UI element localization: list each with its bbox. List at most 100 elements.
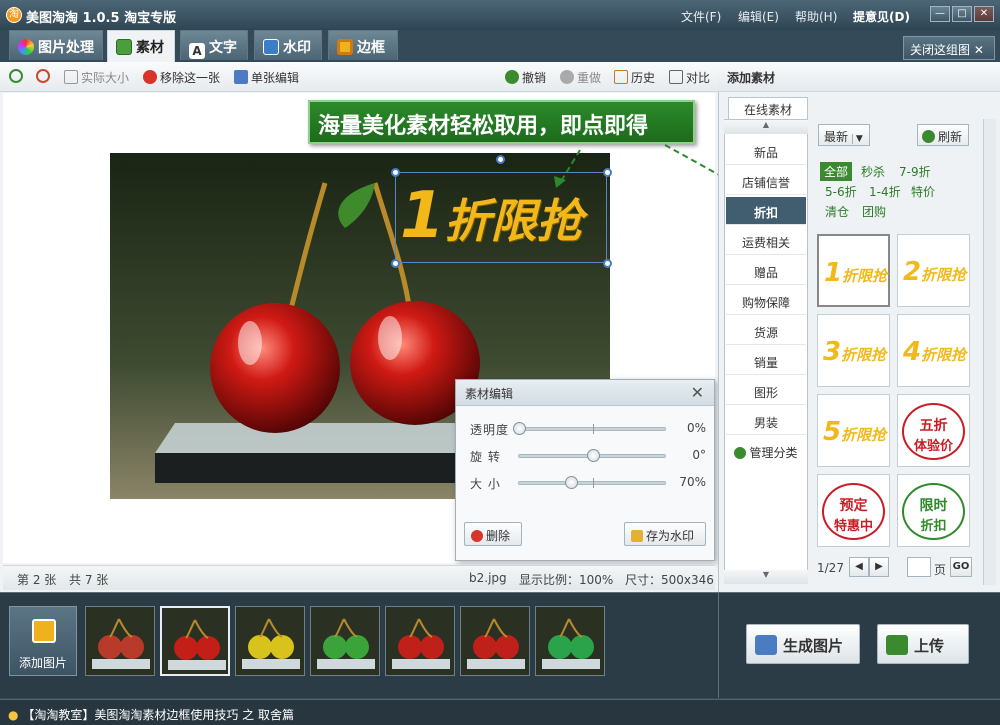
- material-thumbnail[interactable]: 1折限抢: [817, 234, 890, 307]
- next-page-button[interactable]: ▶: [869, 557, 889, 577]
- resize-handle-br[interactable]: [603, 259, 612, 268]
- upload-button[interactable]: 上传: [877, 624, 969, 664]
- save-watermark-button[interactable]: 存为水印: [624, 522, 706, 546]
- slider-thumb[interactable]: [564, 476, 578, 489]
- material-thumbnail[interactable]: 4折限抢: [897, 314, 970, 387]
- lightbulb-icon: ●: [8, 708, 19, 722]
- category-scroll-up[interactable]: ▲: [724, 120, 808, 134]
- rotate-handle[interactable]: [496, 155, 505, 164]
- prev-page-button[interactable]: ◀: [849, 557, 869, 577]
- sticker-number: 1: [400, 179, 445, 253]
- thumb-label: 折限抢: [841, 426, 887, 444]
- filmstrip-thumbnail[interactable]: [310, 606, 380, 676]
- filter-50-60[interactable]: 5-6折: [825, 183, 857, 200]
- category-item[interactable]: 销量: [726, 347, 806, 375]
- thumb-number: 五折: [919, 418, 948, 434]
- add-image-button[interactable]: 添加图片: [9, 606, 77, 676]
- save-watermark-label: 存为水印: [646, 529, 695, 543]
- thumb-number: 1: [823, 258, 843, 288]
- thumb-label: 折限抢: [921, 266, 967, 284]
- thumb-label: 特惠中: [833, 519, 873, 534]
- filmstrip-thumbnail[interactable]: [160, 606, 230, 676]
- filmstrip-thumbnail[interactable]: [535, 606, 605, 676]
- refresh-icon: [922, 130, 935, 143]
- image-size: 尺寸：500x346: [625, 573, 714, 587]
- slider-thumb[interactable]: [513, 422, 526, 435]
- tip-bar[interactable]: ● 【淘淘教室】美图淘淘素材边框使用技巧 之 取舍篇: [0, 699, 1000, 725]
- resize-handle-tl[interactable]: [391, 168, 400, 177]
- slider-thumb[interactable]: [587, 449, 600, 462]
- tip-text: 【淘淘教室】美图淘淘素材边框使用技巧 之 取舍篇: [22, 708, 294, 722]
- material-thumbnail[interactable]: 预定 特惠中: [817, 474, 890, 547]
- material-thumbnail[interactable]: 5折限抢: [817, 394, 890, 467]
- upload-icon: [886, 635, 908, 655]
- filter-special[interactable]: 特价: [911, 183, 935, 200]
- sort-dropdown[interactable]: 最新 ▼: [818, 124, 870, 146]
- thumb-number: 5: [822, 417, 842, 447]
- page-number-input[interactable]: [907, 557, 931, 577]
- material-thumbnail[interactable]: 五折 体验价: [897, 394, 970, 467]
- material-thumbnail[interactable]: 限时 折扣: [897, 474, 970, 547]
- filter-all[interactable]: 全部: [820, 162, 853, 181]
- filmstrip-thumbnail[interactable]: [385, 606, 455, 676]
- filmstrip-thumbnail[interactable]: [235, 606, 305, 676]
- slider-track[interactable]: [518, 476, 666, 489]
- total-pages: 共 7 张: [69, 573, 109, 587]
- material-edit-panel: 素材编辑 ✕ 透明度 0% 旋 转 0° 大 小 70% 删除 存为水印: [455, 379, 715, 561]
- category-item[interactable]: 运费相关: [726, 227, 806, 255]
- size-slider[interactable]: 大 小 70%: [468, 472, 708, 492]
- material-thumbnail[interactable]: 2折限抢: [897, 234, 970, 307]
- category-item[interactable]: 新品: [726, 137, 806, 165]
- generate-label: 生成图片: [783, 637, 844, 655]
- category-item[interactable]: 店铺信誉: [726, 167, 806, 195]
- file-name: b2.jpg: [469, 571, 507, 585]
- panel-close-button[interactable]: ✕: [691, 383, 704, 402]
- delete-button[interactable]: 删除: [464, 522, 522, 546]
- thumb-label: 折限抢: [921, 346, 967, 364]
- go-button[interactable]: GO: [950, 557, 972, 577]
- filter-flash-sale[interactable]: 秒杀: [861, 163, 885, 180]
- rotate-slider[interactable]: 旋 转 0°: [468, 445, 708, 465]
- filter-clearance[interactable]: 清仓: [825, 203, 849, 220]
- filmstrip-thumbnail[interactable]: [85, 606, 155, 676]
- sticker-text[interactable]: 1折限抢: [400, 176, 605, 260]
- zoom-level: 显示比例：100%: [519, 573, 614, 587]
- slider-value: 0°: [692, 448, 706, 462]
- category-item[interactable]: 折扣: [726, 197, 806, 225]
- category-item[interactable]: 图形: [726, 377, 806, 405]
- delete-label: 删除: [486, 529, 511, 543]
- thumb-number: 3: [822, 337, 842, 367]
- thumb-number: 4: [902, 337, 922, 367]
- filter-70-90[interactable]: 7-9折: [899, 163, 931, 180]
- add-icon: [734, 447, 747, 459]
- generate-image-button[interactable]: 生成图片: [746, 624, 860, 664]
- thumb-number: 预定: [839, 498, 868, 514]
- resize-handle-bl[interactable]: [391, 259, 400, 268]
- material-scrollbar[interactable]: [983, 119, 996, 585]
- material-thumbnail[interactable]: 3折限抢: [817, 314, 890, 387]
- page-indicator: 1/27: [817, 561, 844, 575]
- thumb-number: 2: [902, 257, 922, 287]
- filter-10-40[interactable]: 1-4折: [869, 183, 901, 200]
- panel-header: 素材编辑 ✕: [456, 380, 714, 406]
- add-image-label: 添加图片: [18, 656, 67, 670]
- category-scroll-down[interactable]: ▼: [724, 570, 808, 584]
- category-item[interactable]: 购物保障: [726, 287, 806, 315]
- refresh-button[interactable]: 刷新: [917, 124, 969, 146]
- tab-online-material[interactable]: 在线素材: [728, 97, 808, 119]
- opacity-slider[interactable]: 透明度 0%: [468, 418, 708, 438]
- filter-group-buy[interactable]: 团购: [862, 203, 886, 220]
- slider-track[interactable]: [518, 449, 666, 462]
- category-item[interactable]: 货源: [726, 317, 806, 345]
- slider-label: 透明度: [470, 423, 510, 437]
- category-item[interactable]: 男装: [726, 407, 806, 435]
- thumb-label: 体验价: [913, 439, 953, 454]
- manage-category-label: 管理分类: [749, 446, 798, 460]
- slider-track[interactable]: [513, 422, 666, 435]
- manage-category-button[interactable]: 管理分类: [726, 437, 806, 465]
- resize-handle-tr[interactable]: [603, 168, 612, 177]
- page-label: 页: [934, 563, 947, 577]
- category-item[interactable]: 赠品: [726, 257, 806, 285]
- filmstrip-thumbnail[interactable]: [460, 606, 530, 676]
- chevron-down-icon: ▼: [851, 134, 863, 144]
